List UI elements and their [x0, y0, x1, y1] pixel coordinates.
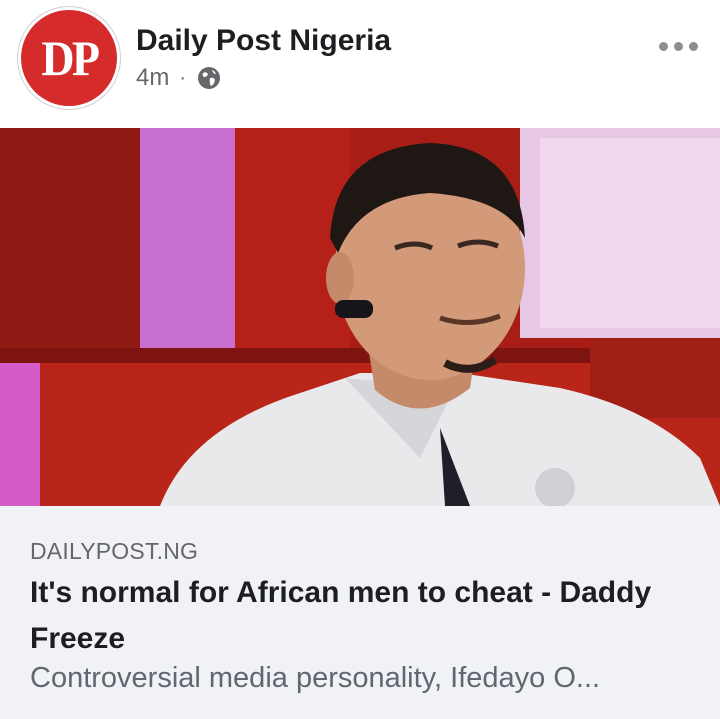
- page-avatar[interactable]: DP: [18, 7, 120, 109]
- post-header: DP Daily Post Nigeria 4m ·: [0, 0, 720, 129]
- post-meta: 4m ·: [136, 64, 222, 92]
- more-options-icon[interactable]: [659, 42, 698, 51]
- link-preview-card[interactable]: DAILYPOST.NG It's normal for African men…: [0, 506, 720, 719]
- post-time[interactable]: 4m: [136, 64, 169, 92]
- avatar-text: DP: [41, 30, 100, 86]
- link-title[interactable]: It's normal for African men to cheat - D…: [30, 570, 700, 662]
- avatar-logo: DP: [21, 10, 117, 106]
- link-description: Controversial media personality, Ifedayo…: [30, 662, 601, 694]
- link-domain: DAILYPOST.NG: [30, 538, 199, 564]
- meta-separator: ·: [179, 66, 187, 89]
- globe-icon: [196, 65, 222, 91]
- post-photo[interactable]: [0, 128, 720, 506]
- page-name[interactable]: Daily Post Nigeria: [136, 24, 391, 58]
